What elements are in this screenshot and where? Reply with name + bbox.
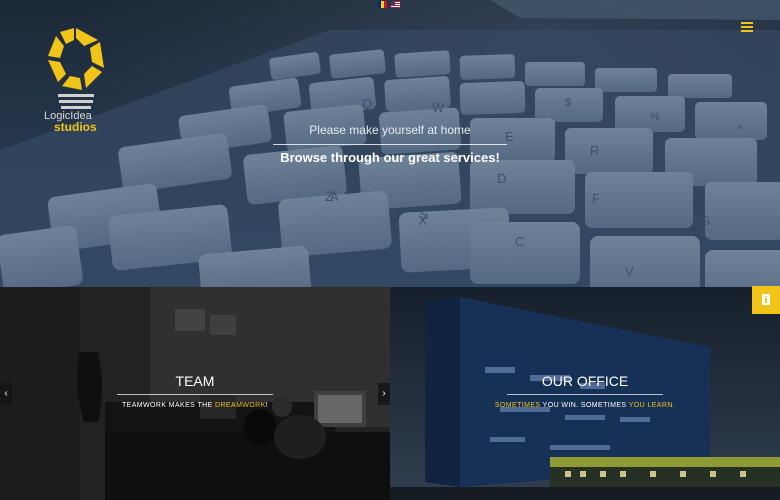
office-panel[interactable]: OUR OFFICE SOMETIMES YOU WIN. SOMETIMES … <box>390 287 780 500</box>
chevron-left-icon: ‹ <box>4 388 8 399</box>
hero-divider <box>273 144 507 145</box>
hamburger-menu-button[interactable] <box>741 22 753 32</box>
info-icon <box>762 294 770 305</box>
team-title: TEAM <box>175 373 215 389</box>
team-subtitle-post: ! <box>265 402 269 409</box>
prev-arrow-button[interactable]: ‹ <box>0 383 12 405</box>
hero-banner: Q W E R A S D F G C V X Z $ % ^ LogicIde… <box>0 0 780 287</box>
hamburger-icon <box>741 22 753 24</box>
hero-welcome-text: Please make yourself at home <box>309 123 471 137</box>
hamburger-icon-bar <box>741 30 753 32</box>
office-title: OUR OFFICE <box>541 373 629 389</box>
hero-tagline: Browse through our great services! <box>280 150 500 165</box>
hamburger-icon-bar <box>741 26 753 28</box>
info-button[interactable] <box>752 286 780 314</box>
office-subtitle-mid: YOU WIN. SOMETIMES <box>540 402 629 409</box>
language-switcher <box>378 1 400 8</box>
office-subtitle-highlight-1: SOMETIMES <box>494 402 541 409</box>
office-divider <box>507 394 663 395</box>
flag-ro-icon[interactable] <box>378 1 387 8</box>
team-subtitle-pre: TEAMWORK MAKES THE <box>121 402 216 409</box>
office-subtitle: SOMETIMES YOU WIN. SOMETIMES YOU LEARN. <box>390 402 780 409</box>
team-subtitle: TEAMWORK MAKES THE DREAMWORK! <box>0 402 390 409</box>
office-subtitle-highlight-2: YOU LEARN. <box>628 402 676 409</box>
next-arrow-button[interactable]: › <box>378 383 390 405</box>
team-divider <box>117 394 273 395</box>
team-subtitle-highlight: DREAMWORK <box>215 402 266 409</box>
chevron-right-icon: › <box>382 388 386 399</box>
flag-en-icon[interactable] <box>391 1 400 8</box>
team-panel[interactable]: TEAM TEAMWORK MAKES THE DREAMWORK! ‹ › <box>0 287 390 500</box>
